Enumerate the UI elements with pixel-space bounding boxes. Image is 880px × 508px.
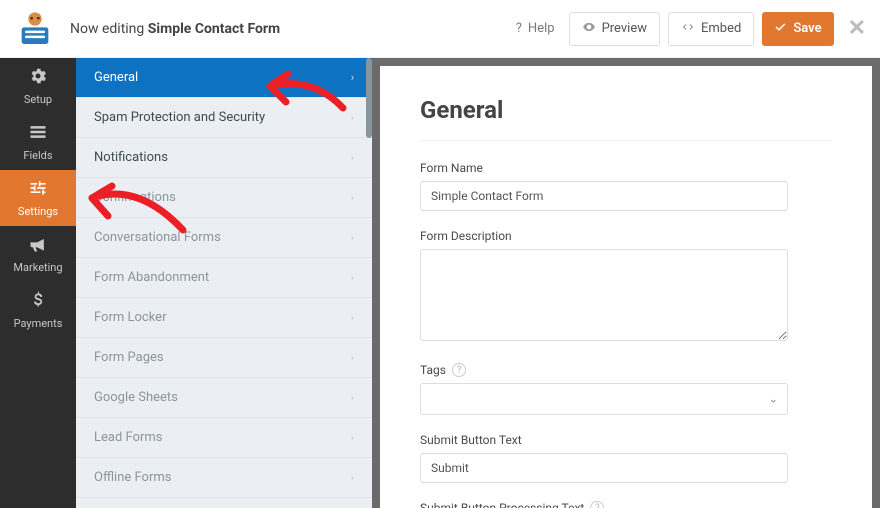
sidebar-item-abandonment[interactable]: Form Abandonment › bbox=[76, 258, 372, 298]
rail-label: Setup bbox=[24, 93, 52, 106]
main-outer: General Form Name Form Description Tags … bbox=[372, 58, 880, 508]
sidebar-item-label: Notifications bbox=[94, 150, 168, 165]
chevron-right-icon: › bbox=[351, 271, 354, 284]
sidebar-item-label: Conversational Forms bbox=[94, 230, 221, 245]
rail-marketing[interactable]: Marketing bbox=[0, 226, 76, 282]
code-icon bbox=[681, 20, 695, 38]
chevron-right-icon: › bbox=[351, 391, 354, 404]
editing-form-name: Simple Contact Form bbox=[148, 21, 280, 37]
help-label: Help bbox=[528, 21, 555, 36]
form-name-label: Form Name bbox=[420, 161, 832, 175]
close-icon: ✕ bbox=[848, 16, 866, 41]
embed-button[interactable]: Embed bbox=[668, 12, 754, 46]
megaphone-icon bbox=[28, 234, 48, 257]
tags-select[interactable] bbox=[420, 383, 788, 415]
list-icon bbox=[28, 122, 48, 145]
rail-label: Marketing bbox=[13, 261, 62, 274]
field-submit-proc: Submit Button Processing Text ? bbox=[420, 501, 832, 508]
rail-fields[interactable]: Fields bbox=[0, 114, 76, 170]
rail-setup[interactable]: Setup bbox=[0, 58, 76, 114]
form-desc-label: Form Description bbox=[420, 229, 832, 243]
sidebar-item-label: Lead Forms bbox=[94, 430, 163, 445]
rail-label: Settings bbox=[18, 205, 58, 218]
panel-heading: General bbox=[420, 96, 832, 124]
settings-sidebar: General › Spam Protection and Security ›… bbox=[76, 58, 372, 508]
sidebar-item-lead-forms[interactable]: Lead Forms › bbox=[76, 418, 372, 458]
save-label: Save bbox=[793, 21, 821, 36]
eye-icon bbox=[582, 20, 596, 38]
sidebar-item-label: Offline Forms bbox=[94, 470, 171, 485]
form-name-input[interactable] bbox=[420, 181, 788, 211]
left-rail: Setup Fields Settings Marketing Payments bbox=[0, 58, 76, 508]
chevron-right-icon: › bbox=[351, 231, 354, 244]
sliders-icon bbox=[28, 178, 48, 201]
wpforms-logo bbox=[14, 8, 56, 50]
field-form-name: Form Name bbox=[420, 161, 832, 211]
settings-panel: General Form Name Form Description Tags … bbox=[380, 66, 872, 508]
submit-proc-label: Submit Button Processing Text ? bbox=[420, 501, 832, 508]
divider bbox=[420, 140, 832, 141]
sidebar-item-conversational[interactable]: Conversational Forms › bbox=[76, 218, 372, 258]
help-icon[interactable]: ? bbox=[590, 501, 604, 508]
topbar: Now editing Simple Contact Form ? Help P… bbox=[0, 0, 880, 58]
sidebar-item-confirmations[interactable]: Confirmations › bbox=[76, 178, 372, 218]
gear-icon bbox=[28, 66, 48, 89]
help-link[interactable]: ? Help bbox=[516, 21, 555, 36]
chevron-right-icon: › bbox=[351, 471, 354, 484]
help-icon[interactable]: ? bbox=[452, 363, 466, 377]
help-icon: ? bbox=[516, 21, 522, 36]
field-submit-text: Submit Button Text bbox=[420, 433, 832, 483]
rail-settings[interactable]: Settings bbox=[0, 170, 76, 226]
chevron-right-icon: › bbox=[351, 71, 354, 84]
submit-text-label: Submit Button Text bbox=[420, 433, 832, 447]
sidebar-item-label: General bbox=[94, 70, 138, 85]
save-button[interactable]: Save bbox=[762, 12, 833, 46]
chevron-right-icon: › bbox=[351, 311, 354, 324]
rail-label: Payments bbox=[14, 317, 63, 330]
sidebar-item-google-sheets[interactable]: Google Sheets › bbox=[76, 378, 372, 418]
sidebar-item-label: Form Pages bbox=[94, 350, 164, 365]
sidebar-item-label: Confirmations bbox=[94, 190, 176, 205]
sidebar-item-label: Spam Protection and Security bbox=[94, 110, 265, 125]
close-button[interactable]: ✕ bbox=[848, 16, 866, 41]
preview-button[interactable]: Preview bbox=[569, 12, 660, 46]
field-form-desc: Form Description bbox=[420, 229, 832, 345]
sidebar-item-locker[interactable]: Form Locker › bbox=[76, 298, 372, 338]
sidebar-item-spam[interactable]: Spam Protection and Security › bbox=[76, 98, 372, 138]
sidebar-item-offline[interactable]: Offline Forms › bbox=[76, 458, 372, 498]
editing-label: Now editing Simple Contact Form bbox=[70, 21, 280, 37]
chevron-right-icon: › bbox=[351, 151, 354, 164]
embed-label: Embed bbox=[701, 21, 741, 36]
preview-label: Preview bbox=[602, 21, 647, 36]
sidebar-scrollbar[interactable] bbox=[366, 58, 372, 138]
sidebar-item-notifications[interactable]: Notifications › bbox=[76, 138, 372, 178]
chevron-right-icon: › bbox=[351, 111, 354, 124]
sidebar-item-label: Form Abandonment bbox=[94, 270, 209, 285]
editing-prefix: Now editing bbox=[70, 21, 148, 37]
sidebar-item-general[interactable]: General › bbox=[76, 58, 372, 98]
sidebar-item-pages[interactable]: Form Pages › bbox=[76, 338, 372, 378]
dollar-icon bbox=[28, 290, 48, 313]
rail-payments[interactable]: Payments bbox=[0, 282, 76, 338]
chevron-right-icon: › bbox=[351, 351, 354, 364]
sidebar-item-label: Form Locker bbox=[94, 310, 166, 325]
chevron-right-icon: › bbox=[351, 431, 354, 444]
submit-text-input[interactable] bbox=[420, 453, 788, 483]
check-icon bbox=[774, 20, 787, 37]
chevron-right-icon: › bbox=[351, 191, 354, 204]
field-tags: Tags ? ⌄ bbox=[420, 363, 832, 415]
form-desc-textarea[interactable] bbox=[420, 249, 788, 341]
tags-label: Tags ? bbox=[420, 363, 832, 377]
rail-label: Fields bbox=[23, 149, 52, 162]
sidebar-item-label: Google Sheets bbox=[94, 390, 178, 405]
